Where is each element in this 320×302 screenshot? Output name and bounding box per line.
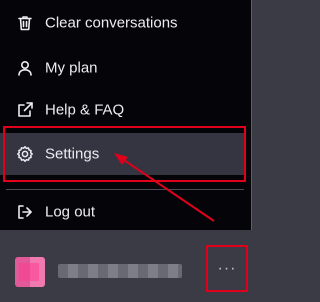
menu-divider (6, 189, 244, 190)
menu-item-label: Settings (45, 145, 100, 163)
menu-item-help-faq[interactable]: Help & FAQ (0, 89, 246, 131)
redacted-username (58, 264, 182, 278)
menu-item-clear-conversations[interactable]: Clear conversations (0, 2, 246, 44)
ellipsis-icon: ··· (217, 259, 237, 277)
logout-icon (16, 203, 34, 221)
gear-icon (16, 145, 34, 163)
menu-item-label: Help & FAQ (45, 101, 125, 119)
avatar (15, 257, 45, 287)
menu-item-label: Log out (45, 203, 96, 221)
menu-item-my-plan[interactable]: My plan (0, 47, 246, 89)
menu-item-settings[interactable]: Settings (0, 133, 246, 175)
trash-icon (16, 14, 34, 32)
menu-item-label: Clear conversations (45, 14, 178, 32)
menu-item-log-out[interactable]: Log out (0, 191, 246, 233)
account-dropdown-menu: Clear conversations My plan Help & FAQ S… (0, 0, 252, 230)
user-icon (16, 59, 34, 77)
menu-item-label: My plan (45, 59, 98, 77)
external-link-icon (16, 101, 34, 119)
more-options-button[interactable]: ··· (206, 245, 248, 292)
